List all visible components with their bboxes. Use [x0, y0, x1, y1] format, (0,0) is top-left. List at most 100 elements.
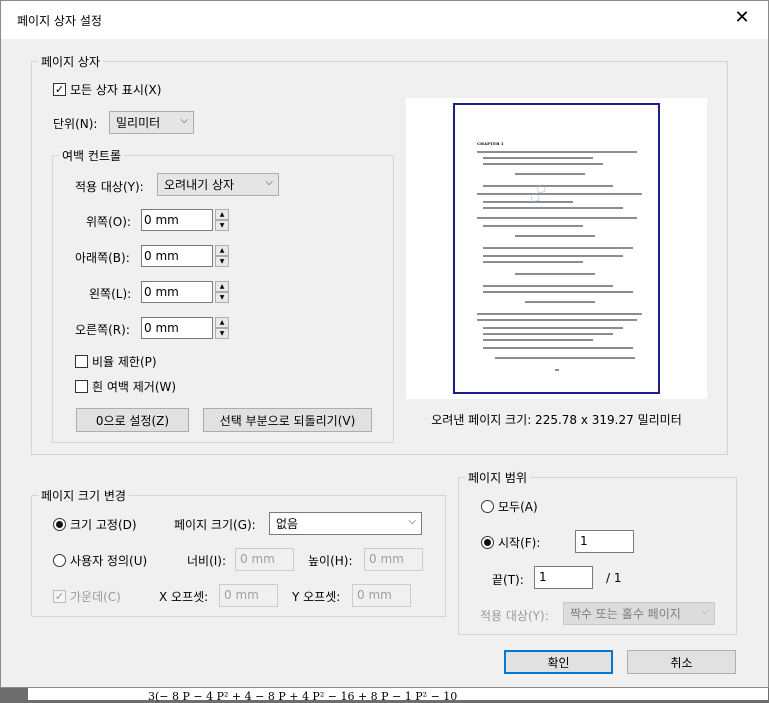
left-margin-stepper[interactable]: 0 mm ▲ ▼ — [141, 281, 231, 303]
spin-down-icon[interactable]: ▼ — [215, 256, 229, 267]
spin-up-icon[interactable]: ▲ — [215, 245, 229, 256]
range-apply-to-value: 짝수 또는 홀수 페이지 — [570, 607, 681, 621]
unit-value: 밀리미터 — [116, 116, 161, 130]
preview-text-line — [515, 273, 595, 275]
page-size-change-legend: 페이지 크기 변경 — [41, 489, 126, 503]
spin-up-icon[interactable]: ▲ — [215, 209, 229, 220]
range-apply-to-select[interactable]: 짝수 또는 홀수 페이지 ⌵ — [563, 602, 715, 625]
preview-text-line — [483, 157, 593, 159]
right-margin-label: 오른쪽(R): — [75, 323, 130, 337]
revert-to-selection-button[interactable]: 선택 부분으로 되돌리기(V) — [203, 408, 372, 432]
bottom-margin-label: 아래쪽(B): — [75, 251, 130, 265]
center-checkbox[interactable]: ✓ 가운데(C) — [53, 588, 121, 605]
y-offset-label: Y 오프셋: — [292, 590, 341, 604]
preview-text-line — [483, 201, 573, 203]
to-page-label: 끝(T): — [492, 573, 524, 587]
preview-text-line — [483, 333, 613, 335]
preview-text-line — [495, 357, 635, 359]
unit-label: 단위(N): — [53, 117, 98, 131]
preview-text-line — [483, 261, 583, 263]
right-margin-field[interactable]: 0 mm — [141, 317, 213, 339]
background-formula: 3(− 8 P − 4 P² + 4 − 8 P + 4 P² − 16 + 8… — [148, 690, 458, 703]
page-preview: CHAPTER 1 ◇◇ — [406, 98, 707, 399]
show-all-boxes-label: 모든 상자 표시(X) — [70, 83, 162, 97]
range-apply-to-label: 적용 대상(Y): — [480, 609, 549, 623]
page-size-select[interactable]: 없음 ⌵ — [269, 512, 422, 535]
close-icon[interactable]: ✕ — [732, 9, 752, 27]
title-bar: 페이지 상자 설정 ✕ — [1, 1, 768, 39]
left-margin-label: 왼쪽(L): — [89, 287, 132, 301]
preview-text-line — [477, 217, 637, 219]
preview-text-line — [477, 151, 637, 153]
preview-text-line — [525, 301, 595, 303]
spin-up-icon[interactable]: ▲ — [215, 317, 229, 328]
from-page-radio[interactable]: 시작(F): — [481, 534, 540, 551]
checkbox-box — [75, 380, 88, 393]
preview-text-line — [483, 247, 633, 249]
to-page-field[interactable]: 1 — [534, 566, 593, 589]
chevron-down-icon: ⌵ — [701, 606, 709, 617]
show-all-boxes-checkbox[interactable]: ✓ 모든 상자 표시(X) — [53, 81, 161, 98]
fixed-size-radio[interactable]: 크기 고정(D) — [53, 516, 137, 533]
from-page-field[interactable]: 1 — [575, 530, 634, 553]
page-box-legend: 페이지 상자 — [41, 55, 101, 69]
preview-text-line — [477, 313, 642, 315]
preview-text-line — [555, 369, 559, 371]
spin-down-icon[interactable]: ▼ — [215, 328, 229, 339]
preview-page-heading: CHAPTER 1 — [477, 141, 504, 146]
preview-text-line — [483, 347, 633, 349]
preview-text-line — [515, 235, 595, 237]
dialog-title: 페이지 상자 설정 — [17, 14, 102, 28]
constrain-ratio-checkbox[interactable]: 비율 제한(P) — [75, 353, 157, 370]
top-margin-stepper[interactable]: 0 mm ▲ ▼ — [141, 209, 231, 231]
radio-circle — [53, 518, 66, 531]
from-page-label: 시작(F): — [498, 536, 541, 550]
all-pages-radio[interactable]: 모두(A) — [481, 498, 538, 515]
all-pages-label: 모두(A) — [498, 500, 538, 514]
preview-text-line — [483, 327, 623, 329]
checkbox-box — [75, 355, 88, 368]
preview-text-line — [483, 225, 583, 227]
constrain-ratio-label: 비율 제한(P) — [92, 355, 157, 369]
ok-button[interactable]: 확인 — [504, 650, 613, 674]
preview-page-thumbnail: CHAPTER 1 ◇◇ — [453, 103, 660, 394]
chevron-down-icon: ⌵ — [180, 115, 188, 126]
apply-to-select[interactable]: 오려내기 상자 ⌵ — [157, 173, 279, 196]
width-field[interactable]: 0 mm — [235, 548, 294, 571]
checkmark-icon: ✓ — [53, 83, 66, 96]
preview-text-line — [515, 173, 585, 175]
preview-text-line — [483, 291, 633, 293]
custom-size-radio[interactable]: 사용자 정의(U) — [53, 552, 147, 569]
cropped-page-size-caption: 오려낸 페이지 크기: 225.78 x 319.27 밀리미터 — [431, 413, 682, 427]
spin-up-icon[interactable]: ▲ — [215, 281, 229, 292]
x-offset-label: X 오프셋: — [159, 590, 209, 604]
right-margin-stepper[interactable]: 0 mm ▲ ▼ — [141, 317, 231, 339]
set-to-zero-button[interactable]: 0으로 설정(Z) — [76, 408, 189, 432]
x-offset-field[interactable]: 0 mm — [219, 584, 278, 607]
custom-size-label: 사용자 정의(U) — [70, 554, 148, 568]
bottom-margin-stepper[interactable]: 0 mm ▲ ▼ — [141, 245, 231, 267]
radio-circle — [481, 536, 494, 549]
top-margin-field[interactable]: 0 mm — [141, 209, 213, 231]
height-field[interactable]: 0 mm — [364, 548, 423, 571]
preview-text-line — [477, 319, 637, 321]
checkmark-icon: ✓ — [53, 590, 66, 603]
spin-down-icon[interactable]: ▼ — [215, 220, 229, 231]
page-range-legend: 페이지 범위 — [468, 471, 528, 485]
radio-circle — [53, 554, 66, 567]
remove-white-margin-label: 흰 여백 제거(W) — [92, 380, 177, 394]
unit-select[interactable]: 밀리미터 ⌵ — [109, 111, 194, 134]
apply-to-label: 적용 대상(Y): — [75, 180, 144, 194]
spin-down-icon[interactable]: ▼ — [215, 292, 229, 303]
bottom-margin-field[interactable]: 0 mm — [141, 245, 213, 267]
y-offset-field[interactable]: 0 mm — [352, 584, 411, 607]
chevron-down-icon: ⌵ — [408, 516, 416, 527]
top-margin-label: 위쪽(O): — [86, 215, 131, 229]
left-margin-field[interactable]: 0 mm — [141, 281, 213, 303]
remove-white-margin-checkbox[interactable]: 흰 여백 제거(W) — [75, 378, 176, 395]
center-label: 가운데(C) — [70, 590, 121, 604]
cancel-button[interactable]: 취소 — [627, 650, 736, 674]
page-size-value: 없음 — [276, 517, 299, 531]
preview-text-line — [483, 255, 623, 257]
apply-to-value: 오려내기 상자 — [164, 178, 235, 192]
